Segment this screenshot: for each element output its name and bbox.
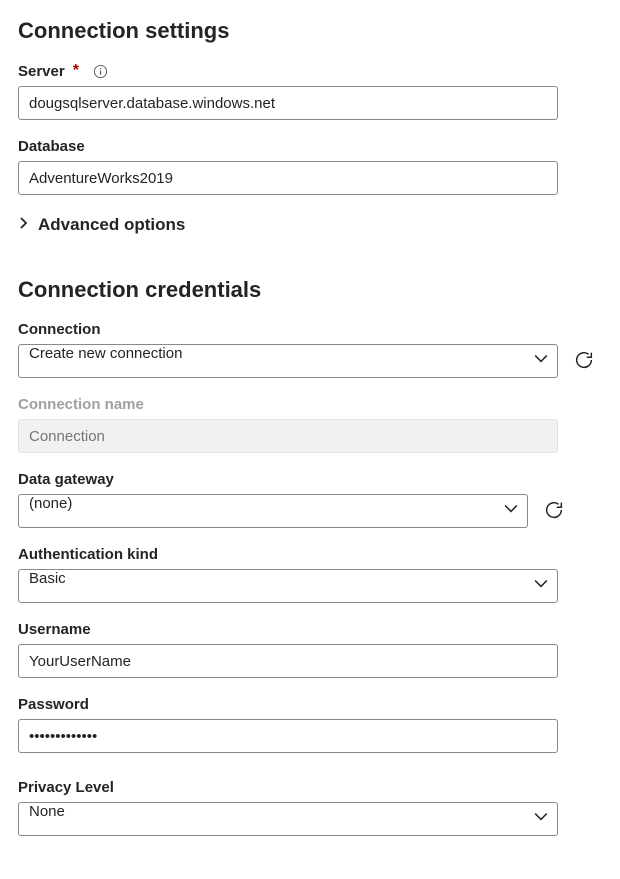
connection-name-input xyxy=(18,419,558,453)
password-field: Password xyxy=(18,696,602,753)
auth-kind-select[interactable]: Basic xyxy=(18,569,558,603)
data-gateway-select[interactable]: (none) xyxy=(18,494,528,528)
connection-field: Connection Create new connection xyxy=(18,321,602,378)
username-label: Username xyxy=(18,621,91,638)
connection-credentials-heading: Connection credentials xyxy=(18,277,602,303)
password-label: Password xyxy=(18,696,89,713)
advanced-options-toggle[interactable]: Advanced options xyxy=(18,215,602,235)
database-input[interactable] xyxy=(18,161,558,195)
refresh-connection-button[interactable] xyxy=(572,349,596,373)
database-field: Database xyxy=(18,138,602,195)
server-field: Server * xyxy=(18,62,602,120)
password-input[interactable] xyxy=(18,719,558,753)
username-field: Username xyxy=(18,621,602,678)
data-gateway-label: Data gateway xyxy=(18,471,114,488)
refresh-icon xyxy=(573,349,595,374)
connection-name-field: Connection name xyxy=(18,396,602,453)
connection-name-label: Connection name xyxy=(18,396,144,413)
advanced-options-label: Advanced options xyxy=(38,215,185,235)
connection-settings-heading: Connection settings xyxy=(18,18,602,44)
server-label: Server xyxy=(18,63,65,80)
required-asterisk: * xyxy=(73,62,79,80)
auth-kind-label: Authentication kind xyxy=(18,546,158,563)
auth-kind-field: Authentication kind Basic xyxy=(18,546,602,603)
refresh-icon xyxy=(543,499,565,524)
chevron-right-icon xyxy=(18,216,30,234)
privacy-level-field: Privacy Level None xyxy=(18,779,602,836)
username-input[interactable] xyxy=(18,644,558,678)
connection-label: Connection xyxy=(18,321,101,338)
database-label: Database xyxy=(18,138,85,155)
info-icon[interactable] xyxy=(93,64,108,79)
privacy-level-select[interactable]: None xyxy=(18,802,558,836)
data-gateway-field: Data gateway (none) xyxy=(18,471,602,528)
connection-select[interactable]: Create new connection xyxy=(18,344,558,378)
refresh-gateway-button[interactable] xyxy=(542,499,566,523)
privacy-level-label: Privacy Level xyxy=(18,779,114,796)
server-input[interactable] xyxy=(18,86,558,120)
